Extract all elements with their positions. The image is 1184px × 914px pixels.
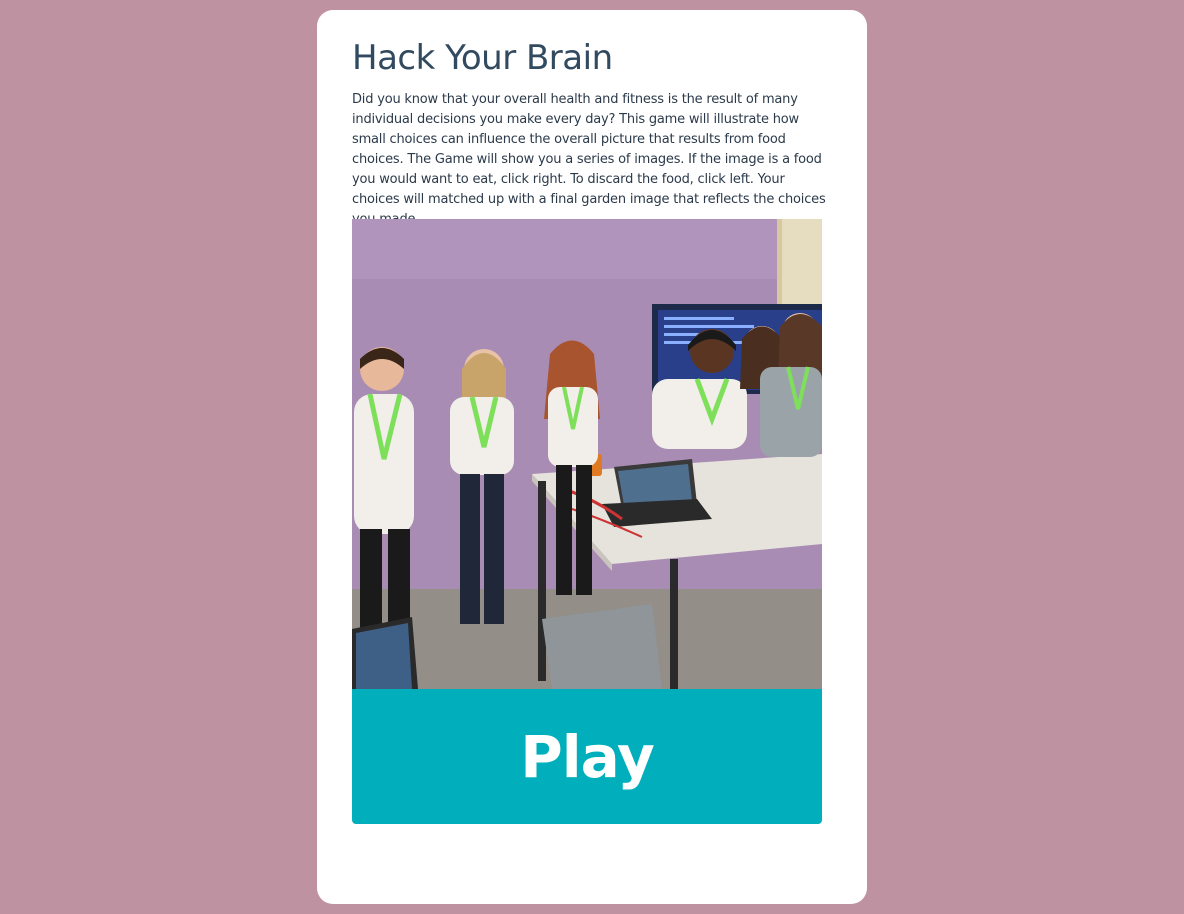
main-card: Hack Your Brain Did you know that your o… — [317, 10, 867, 904]
group-photo — [352, 219, 822, 689]
page-title: Hack Your Brain — [352, 38, 613, 78]
intro-paragraph: Did you know that your overall health an… — [352, 92, 826, 227]
play-button[interactable]: Play — [352, 689, 822, 824]
